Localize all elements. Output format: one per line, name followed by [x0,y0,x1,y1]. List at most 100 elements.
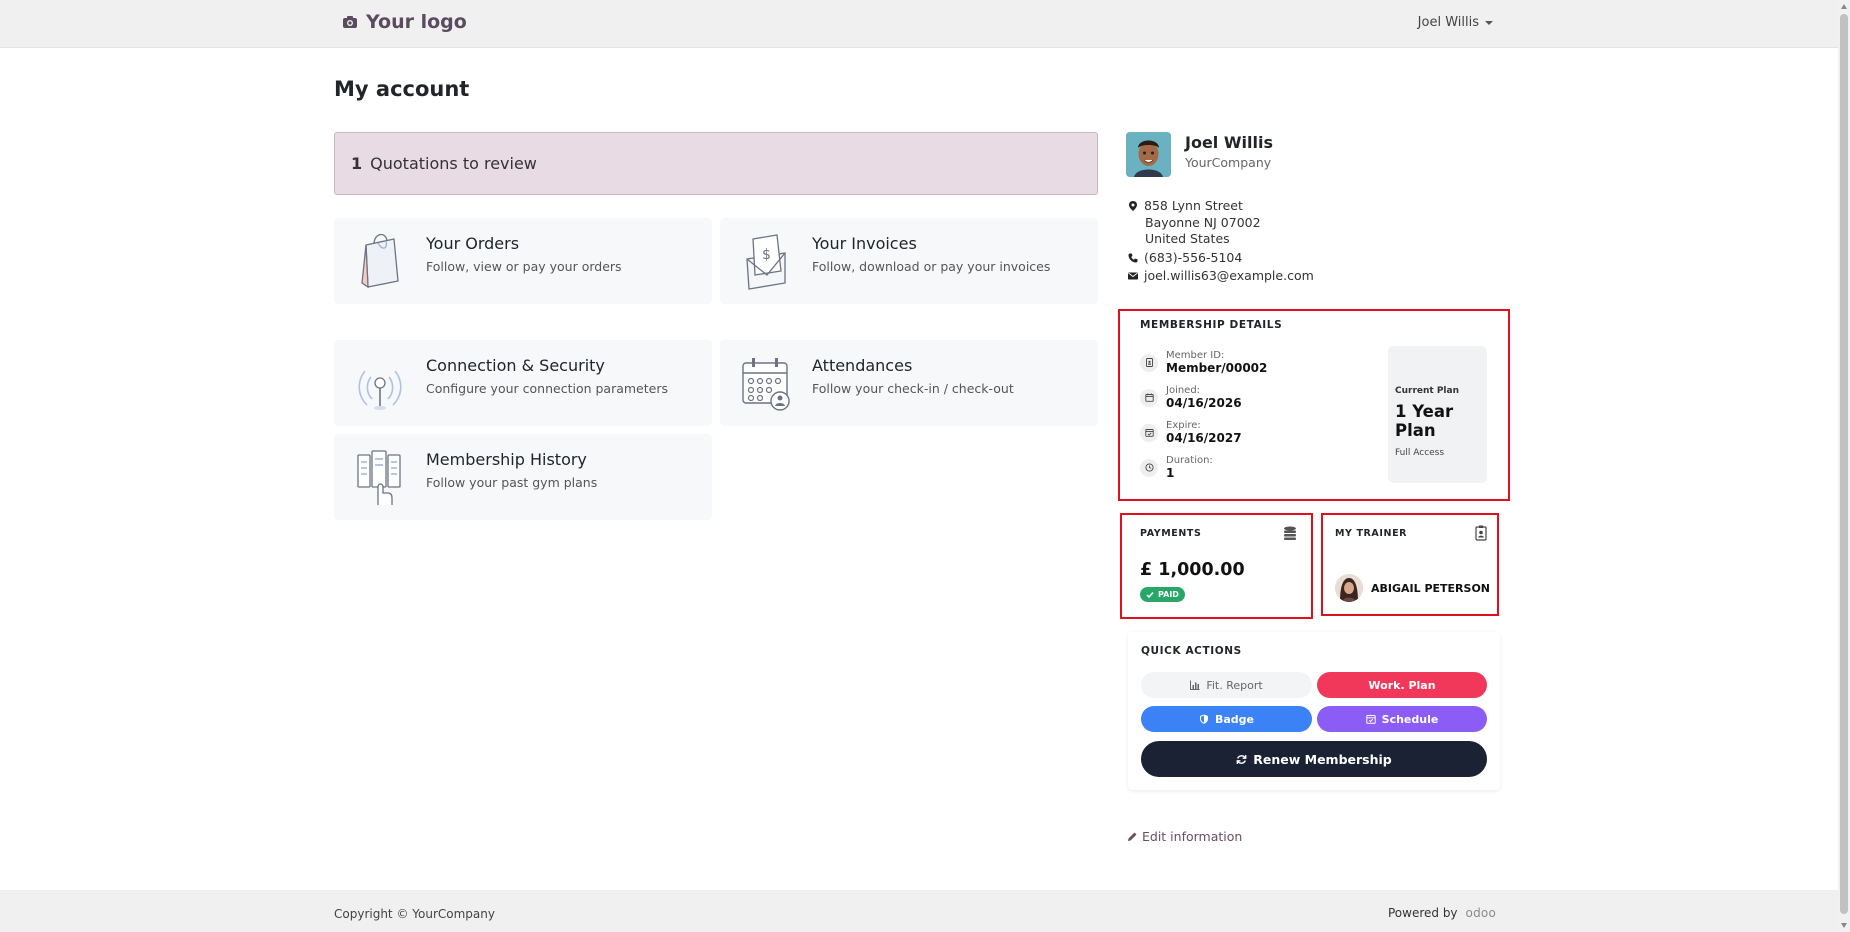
trainer-title: MY TRAINER [1335,528,1408,539]
member-id-row: Member ID: Member/00002 [1140,350,1267,375]
map-marker-icon [1129,201,1137,211]
card-your-orders[interactable]: Your Orders Follow, view or pay your ord… [334,218,712,304]
scroll-up-icon[interactable] [1841,4,1847,9]
calendar-attendance-icon [740,352,792,414]
user-avatar [1126,132,1171,177]
work-plan-label: Work. Plan [1368,678,1436,692]
calendar-check-icon [1365,715,1376,724]
scrollbar-thumb[interactable] [1840,14,1848,914]
envelope-icon [1128,272,1138,280]
duration-row: Duration: 1 [1140,455,1213,480]
joined-label: Joined: [1166,385,1201,396]
current-plan-label: Current Plan [1395,386,1459,396]
member-id-label: Member ID: [1166,350,1225,361]
calendar-icon [1144,393,1154,402]
calendar-check-icon [1144,429,1154,437]
card-desc: Follow your past gym plans [426,475,598,490]
address-line3: United States [1145,231,1230,246]
expire-value: 04/16/2027 [1166,431,1242,445]
powered-by-label: Powered by [1387,906,1458,920]
duration-label: Duration: [1166,455,1213,466]
bar-chart-icon [1190,680,1200,690]
card-attendances[interactable]: Attendances Follow your check-in / check… [720,340,1098,426]
shield-icon [1199,714,1208,724]
card-title: Attendances [812,356,913,375]
brand-logo[interactable]: Your logo [342,11,467,33]
member-id-value: Member/00002 [1166,361,1268,375]
renew-membership-button[interactable]: Renew Membership [1141,741,1487,777]
duration-value: 1 [1166,466,1175,480]
refresh-icon [1236,754,1247,764]
contact-info: 858 Lynn Street Bayonne NJ 07002 United … [1128,198,1314,285]
trainer-name: ABIGAIL PETERSON [1371,581,1491,595]
card-title: Your Orders [426,234,520,253]
joined-row: Joined: 04/16/2026 [1140,385,1242,410]
payments-title: PAYMENTS [1140,528,1202,539]
payments-panel: PAYMENTS £ 1,000.00 PAID [1120,513,1313,619]
badge-label: Badge [1214,712,1254,726]
page-footer: Copyright © YourCompany Powered by odoo [0,890,1838,932]
card-desc: Configure your connection parameters [426,381,668,396]
schedule-button[interactable]: Schedule [1317,706,1487,732]
email-address[interactable]: joel.willis63@example.com [1144,268,1314,285]
badge-button[interactable]: Badge [1141,706,1312,732]
caret-down-icon [1485,20,1493,25]
card-desc: Follow your check-in / check-out [812,381,1014,396]
logo-text: Your logo [366,11,467,33]
phone-icon [1128,253,1138,262]
quotations-text: Quotations to review [370,154,537,173]
page-scrollbar[interactable] [1838,0,1850,932]
edit-information-link[interactable]: Edit information [1127,829,1242,844]
card-desc: Follow, view or pay your orders [426,259,622,274]
page-title: My account [334,77,470,101]
renew-membership-label: Renew Membership [1253,751,1392,767]
profile-header: Joel Willis YourCompany [1126,132,1273,177]
user-menu-toggle[interactable]: Joel Willis [1418,15,1493,30]
card-desc: Follow, download or pay your invoices [812,259,1051,274]
id-badge-icon [1475,525,1487,541]
scroll-down-icon[interactable] [1841,923,1847,928]
card-your-invoices[interactable]: $ Your Invoices Follow, download or pay … [720,218,1098,304]
edit-information-label: Edit information [1142,829,1243,844]
check-icon [1146,591,1154,598]
svg-text:$: $ [762,247,771,263]
card-title: Connection & Security [426,356,605,375]
profile-name: Joel Willis [1185,133,1273,152]
copyright-text: Copyright © YourCompany [334,907,495,921]
expire-label: Expire: [1166,420,1201,431]
id-card-icon [1145,358,1153,367]
work-plan-button[interactable]: Work. Plan [1317,672,1487,698]
card-connection-security[interactable]: Connection & Security Configure your con… [334,340,712,426]
fit-report-button[interactable]: Fit. Report [1141,672,1312,698]
membership-history-icon [354,446,406,508]
trainer-avatar [1335,574,1363,602]
card-membership-history[interactable]: Membership History Follow your past gym … [334,434,712,520]
quick-actions-panel: QUICK ACTIONS Fit. Report Work. Plan Bad… [1128,632,1500,790]
powered-by[interactable]: Powered by odoo [1388,906,1496,920]
quotations-alert[interactable]: 1 Quotations to review [334,132,1098,195]
schedule-label: Schedule [1381,712,1439,726]
invoice-envelope-icon: $ [740,230,792,292]
profile-company: YourCompany [1185,155,1272,170]
paid-status-badge: PAID [1140,587,1185,602]
membership-details-panel: MEMBERSHIP DETAILS Member ID: Member/000… [1118,309,1510,501]
shopping-bag-icon [354,230,406,292]
pencil-icon [1128,832,1137,841]
plan-access: Full Access [1395,448,1445,458]
current-plan-value: 1 Year Plan [1395,402,1454,440]
card-title: Membership History [426,450,587,469]
paid-status-text: PAID [1158,590,1179,599]
coins-stack-icon [1284,526,1296,540]
expire-row: Expire: 04/16/2027 [1140,420,1242,445]
address-line1: 858 Lynn Street [1144,198,1243,213]
clock-icon [1144,463,1154,472]
current-plan-card: Current Plan 1 Year Plan Full Access [1388,346,1487,483]
odoo-logo: odoo [1465,906,1496,920]
membership-details-title: MEMBERSHIP DETAILS [1140,319,1283,331]
address-line2: Bayonne NJ 07002 [1145,214,1261,230]
card-title: Your Invoices [812,234,917,253]
camera-icon [343,16,357,28]
fit-report-label: Fit. Report [1206,678,1263,692]
trainer-row[interactable]: ABIGAIL PETERSON [1335,574,1490,602]
phone-number: (683)-556-5104 [1144,249,1243,265]
